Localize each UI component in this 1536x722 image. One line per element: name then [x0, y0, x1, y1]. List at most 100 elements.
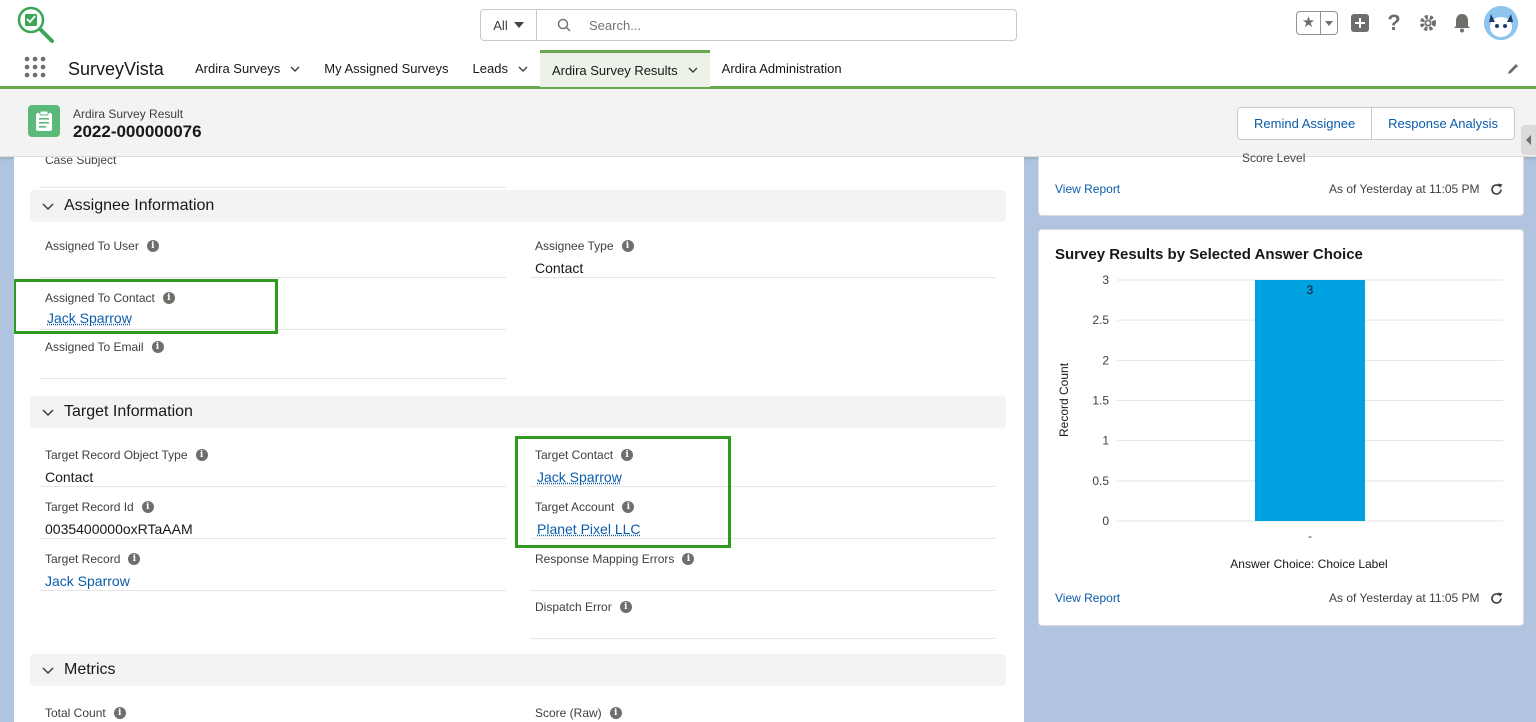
record-type-label: Ardira Survey Result	[73, 107, 184, 121]
field-assigned-to-email: Assigned To Email i	[40, 331, 506, 379]
favorites-menu-chevron-icon[interactable]	[1321, 20, 1337, 26]
highlight-box-assigned-contact	[14, 279, 278, 334]
search-scope-dropdown[interactable]: All	[481, 10, 537, 40]
refresh-icon[interactable]	[1490, 183, 1503, 196]
nav-tab-label: Ardira Administration	[721, 61, 842, 76]
field-label: Dispatch Error i	[535, 600, 632, 614]
score-level-report-card: Score Level View Report As of Yesterday …	[1038, 151, 1524, 216]
field-label: Assigned To User i	[45, 239, 159, 253]
section-header-metrics[interactable]: Metrics	[30, 654, 1006, 686]
chart-y-axis-label: Record Count	[1057, 362, 1071, 437]
field-label: Assignee Type i	[535, 239, 634, 253]
target-record-link[interactable]: Jack Sparrow	[45, 573, 130, 589]
chevron-down-icon[interactable]	[688, 65, 698, 75]
nav-tab-ardira-administration[interactable]: Ardira Administration	[710, 50, 854, 87]
field-label: Total Count i	[45, 706, 126, 720]
chart-y-tick-label: 1.5	[1092, 394, 1109, 408]
nav-tab-ardira-survey-results[interactable]: Ardira Survey Results	[539, 50, 710, 87]
as-of-text: As of Yesterday at 11:05 PM	[1329, 591, 1480, 605]
info-icon[interactable]: i	[621, 240, 634, 252]
field-dispatch-error: Dispatch Error i	[530, 591, 996, 639]
chart-y-tick-label: 2.5	[1092, 313, 1109, 327]
remind-assignee-button[interactable]: Remind Assignee	[1238, 108, 1372, 139]
nav-tab-leads[interactable]: Leads	[461, 50, 540, 87]
report-timestamp: As of Yesterday at 11:05 PM	[1329, 591, 1503, 605]
info-icon[interactable]: i	[609, 707, 622, 719]
nav-tabs: Ardira Surveys My Assigned Surveys Leads…	[183, 50, 854, 87]
info-icon[interactable]: i	[682, 553, 695, 565]
field-value: 0035400000oxRTaAAM	[45, 521, 193, 537]
section-header-target-information[interactable]: Target Information	[30, 396, 1006, 428]
chevron-down-icon[interactable]	[42, 406, 54, 418]
app-logo-icon[interactable]	[16, 5, 56, 45]
field-label: Target Record i	[45, 552, 141, 566]
refresh-icon[interactable]	[1490, 592, 1503, 605]
field-value: Contact	[45, 469, 94, 485]
add-icon[interactable]	[1348, 11, 1372, 35]
field-value: Contact	[535, 260, 584, 276]
as-of-text: As of Yesterday at 11:05 PM	[1329, 182, 1480, 196]
chart-y-tick-label: 3	[1102, 273, 1109, 287]
survey-result-record-icon	[28, 105, 60, 137]
search-input[interactable]	[589, 17, 989, 33]
divider	[40, 187, 506, 188]
settings-gear-icon[interactable]	[1416, 11, 1440, 35]
app-launcher-waffle-icon[interactable]	[24, 56, 46, 78]
field-response-mapping-errors: Response Mapping Errors i	[530, 543, 996, 591]
info-icon[interactable]: i	[619, 601, 632, 613]
favorites-button-group[interactable]: ★	[1296, 11, 1338, 35]
chart-x-axis-label: Answer Choice: Choice Label	[1230, 557, 1387, 571]
app-navigation-bar: SurveyVista Ardira Surveys My Assigned S…	[0, 50, 1536, 89]
section-title: Target Information	[64, 403, 193, 420]
chevron-down-icon[interactable]	[290, 64, 300, 74]
nav-tab-my-assigned-surveys[interactable]: My Assigned Surveys	[312, 50, 460, 87]
chevron-down-icon[interactable]	[518, 64, 528, 74]
favorites-star-icon[interactable]: ★	[1297, 12, 1321, 34]
field-target-record: Target Record i Jack Sparrow	[40, 543, 506, 591]
field-label: Score (Raw) i	[535, 706, 622, 720]
case-subject-label: Case Subject	[45, 157, 117, 167]
record-title: 2022-000000076	[73, 122, 202, 141]
info-icon[interactable]: i	[195, 449, 208, 461]
section-header-assignee-information[interactable]: Assignee Information	[30, 190, 1006, 222]
app-name: SurveyVista	[68, 59, 164, 79]
edit-nav-pencil-icon[interactable]	[1506, 62, 1520, 76]
chart-y-tick-label: 0.5	[1092, 474, 1109, 488]
field-score-raw: Score (Raw) i	[530, 697, 996, 722]
field-label: Target Record Id i	[45, 500, 154, 514]
chevron-down-icon[interactable]	[42, 200, 54, 212]
field-assigned-to-user: Assigned To User i	[40, 230, 506, 278]
section-title: Metrics	[64, 661, 116, 678]
field-assignee-type: Assignee Type i Contact	[530, 230, 996, 278]
bar-chart: 0 0.5 1 1.5 2 2.5 3 3 - Answer Choice: Choice Lab…	[1057, 273, 1503, 571]
field-label: Target Record Object Type i	[45, 448, 208, 462]
help-icon[interactable]: ?	[1382, 10, 1406, 35]
global-header: All ★ ?	[0, 0, 1536, 50]
response-analysis-button[interactable]: Response Analysis	[1371, 108, 1515, 139]
report-timestamp: As of Yesterday at 11:05 PM	[1329, 182, 1503, 196]
chart-y-tick-label: 2	[1102, 353, 1109, 367]
chart-bar[interactable]	[1255, 280, 1365, 521]
header-utilities: ★ ?	[1296, 6, 1518, 40]
nav-tab-ardira-surveys[interactable]: Ardira Surveys	[183, 50, 312, 87]
search-scope-label: All	[493, 17, 508, 33]
notifications-bell-icon[interactable]	[1450, 11, 1474, 35]
field-total-count: Total Count i	[40, 697, 506, 722]
chart-data-label: 3	[1307, 283, 1314, 297]
info-icon[interactable]: i	[128, 553, 141, 565]
info-icon[interactable]: i	[151, 341, 164, 353]
chevron-down-icon[interactable]	[42, 664, 54, 676]
info-icon[interactable]: i	[113, 707, 126, 719]
search-icon	[557, 18, 571, 32]
chart-x-tick-label: -	[1308, 529, 1312, 543]
info-icon[interactable]: i	[146, 240, 159, 252]
chart-y-tick-label: 1	[1102, 434, 1109, 448]
view-report-link[interactable]: View Report	[1055, 591, 1120, 605]
nav-tab-label: My Assigned Surveys	[324, 61, 449, 76]
side-panel-toggle[interactable]	[1521, 125, 1536, 155]
view-report-link[interactable]: View Report	[1055, 182, 1120, 196]
nav-tab-label: Ardira Surveys	[195, 61, 281, 76]
info-icon[interactable]: i	[141, 501, 154, 513]
record-header: Ardira Survey Result 2022-000000076 Remi…	[0, 89, 1536, 157]
avatar[interactable]	[1484, 6, 1518, 40]
